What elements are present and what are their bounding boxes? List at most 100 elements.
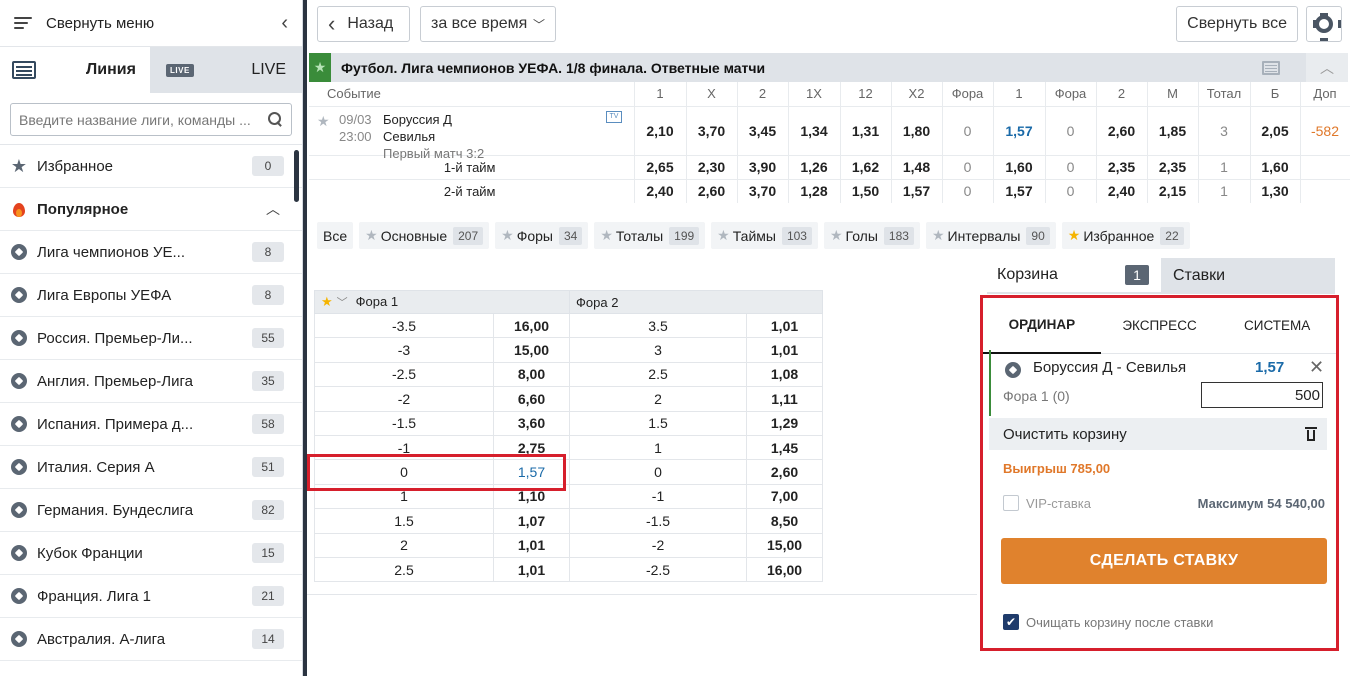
- tab-line[interactable]: Линия: [0, 47, 150, 93]
- handicap1-header[interactable]: ★ ﹀ Фора 1: [313, 290, 571, 314]
- odd-cell[interactable]: 3,90: [737, 154, 789, 179]
- sidebar-item-league[interactable]: Лига чемпионов УЕ... 8: [0, 231, 302, 274]
- settings-button[interactable]: [1306, 6, 1342, 42]
- filter-chip[interactable]: ★ Таймы 103: [711, 222, 818, 249]
- sidebar-item-league[interactable]: Австралия. А-лига 14: [0, 618, 302, 661]
- filter-chip[interactable]: ★ Избранное 22: [1061, 222, 1190, 249]
- odd-cell[interactable]: 2,60: [1096, 105, 1148, 155]
- stake-input[interactable]: [1201, 382, 1323, 408]
- odd-cell[interactable]: 0: [1045, 105, 1097, 155]
- odd-cell[interactable]: 1,34: [788, 105, 841, 155]
- sidebar-item-league[interactable]: Лига Европы УЕФА 8: [0, 274, 302, 317]
- filter-chip[interactable]: ★ Голы 183: [823, 222, 920, 249]
- vip-checkbox[interactable]: [1003, 495, 1019, 511]
- odd-cell[interactable]: 3,60: [492, 410, 571, 436]
- odd-cell[interactable]: 1: [1198, 154, 1251, 179]
- tab-bet-type[interactable]: ОРДИНАР: [983, 298, 1101, 354]
- odd-cell[interactable]: 2,05: [1250, 105, 1301, 155]
- odd-cell[interactable]: 2,60: [686, 178, 738, 203]
- odd-cell[interactable]: 8,00: [492, 361, 571, 388]
- clear-basket-button[interactable]: Очистить корзину: [989, 418, 1327, 450]
- sidebar-scrollbar[interactable]: [294, 150, 299, 202]
- sidebar-item-popular[interactable]: Популярное ︿: [0, 188, 302, 231]
- sidebar-item-favorites[interactable]: ★ Избранное 0: [0, 145, 302, 188]
- odd-cell[interactable]: 1,07: [492, 508, 571, 534]
- odd-cell[interactable]: 6,60: [492, 386, 571, 412]
- odd-cell[interactable]: 1,28: [788, 178, 841, 203]
- odd-cell[interactable]: 1,01: [746, 337, 824, 363]
- odd-cell[interactable]: 16,00: [492, 312, 571, 339]
- filter-chip[interactable]: ★ Форы 34: [495, 222, 589, 249]
- odd-cell[interactable]: 2,30: [686, 154, 738, 179]
- sidebar-item-league[interactable]: Германия. Бундеслига 82: [0, 489, 302, 532]
- tab-live[interactable]: LIVE LIVE: [150, 47, 302, 93]
- sidebar-item-league[interactable]: Италия. Серия А 51: [0, 446, 302, 489]
- chevron-left-icon[interactable]: ‹: [281, 12, 288, 35]
- collapse-menu-bar[interactable]: Свернуть меню ‹: [0, 0, 302, 47]
- odd-cell[interactable]: 2,10: [634, 105, 687, 155]
- odd-cell[interactable]: 1,45: [746, 434, 824, 461]
- odd-cell[interactable]: 1,30: [1250, 178, 1301, 203]
- odd-cell[interactable]: 1,57: [993, 178, 1046, 203]
- odd-cell[interactable]: 2,60: [746, 459, 824, 485]
- odd-cell[interactable]: 8,50: [746, 508, 824, 534]
- tab-bet-type[interactable]: СИСТЕМА: [1218, 298, 1336, 354]
- odd-cell[interactable]: 0: [942, 178, 994, 203]
- filter-chip[interactable]: ★ Интервалы 90: [925, 222, 1056, 249]
- odd-cell[interactable]: 1,01: [746, 312, 824, 339]
- odd-cell[interactable]: 15,00: [746, 532, 824, 558]
- odd-cell[interactable]: 1,57: [993, 105, 1046, 155]
- star-icon[interactable]: ★: [317, 113, 330, 130]
- star-icon[interactable]: ★: [321, 294, 333, 309]
- odd-cell[interactable]: 1,50: [840, 178, 892, 203]
- odd-cell[interactable]: 1,80: [891, 105, 943, 155]
- odd-cell[interactable]: 15,00: [492, 337, 571, 363]
- odd-cell[interactable]: 1,11: [746, 386, 824, 412]
- sidebar-item-league[interactable]: Россия. Премьер-Ли... 55: [0, 317, 302, 360]
- filter-chip[interactable]: Все: [317, 222, 354, 249]
- odd-cell[interactable]: 1,29: [746, 410, 824, 436]
- odd-cell[interactable]: 2,40: [1096, 178, 1148, 203]
- event-cell[interactable]: ★ 09/03 23:00 Боруссия Д Севилья Первый матч …: [309, 105, 635, 161]
- period-select[interactable]: за все время ﹀: [420, 6, 556, 42]
- odd-cell[interactable]: 2,35: [1147, 154, 1199, 179]
- odd-cell[interactable]: 0: [942, 105, 994, 155]
- odd-cell[interactable]: 2,15: [1147, 178, 1199, 203]
- sidebar-item-league[interactable]: Франция. Лига 1 21: [0, 575, 302, 618]
- table-view-icon[interactable]: [1262, 60, 1280, 75]
- odd-cell[interactable]: 1,01: [492, 532, 571, 558]
- odd-cell[interactable]: 7,00: [746, 483, 824, 510]
- odd-cell[interactable]: 1,60: [993, 154, 1046, 179]
- clear-after-checkbox[interactable]: ✔: [1003, 614, 1019, 630]
- odd-cell[interactable]: 2,40: [634, 178, 687, 203]
- odd-cell[interactable]: 16,00: [746, 556, 824, 583]
- tab-bets[interactable]: Ставки: [1161, 258, 1335, 294]
- back-button[interactable]: ‹ Назад: [317, 6, 410, 42]
- odd-cell[interactable]: 1,01: [492, 556, 571, 583]
- odd-cell[interactable]: 3,70: [737, 178, 789, 203]
- chevron-up-icon[interactable]: ︿: [1306, 53, 1348, 82]
- odd-cell[interactable]: 3: [1198, 105, 1251, 155]
- odd-cell[interactable]: 1,57: [891, 178, 943, 203]
- make-bet-button[interactable]: СДЕЛАТЬ СТАВКУ: [1001, 538, 1327, 584]
- tab-basket[interactable]: Корзина 1: [987, 258, 1161, 294]
- odd-cell[interactable]: 1,48: [891, 154, 943, 179]
- collapse-all-button[interactable]: Свернуть все: [1176, 6, 1298, 42]
- odd-cell[interactable]: 0: [942, 154, 994, 179]
- odd-cell[interactable]: 1,26: [788, 154, 841, 179]
- odd-cell[interactable]: 0: [1045, 154, 1097, 179]
- filter-chip[interactable]: ★ Тоталы 199: [594, 222, 706, 249]
- odd-cell[interactable]: 1: [1198, 178, 1251, 203]
- odd-cell[interactable]: 2,65: [634, 154, 687, 179]
- odd-cell[interactable]: 3,70: [686, 105, 738, 155]
- chevron-down-icon[interactable]: ﹀: [337, 297, 348, 309]
- sidebar-item-league[interactable]: Англия. Премьер-Лига 35: [0, 360, 302, 403]
- odd-cell[interactable]: 1,62: [840, 154, 892, 179]
- close-icon[interactable]: ✕: [1309, 357, 1324, 378]
- favorite-star-icon[interactable]: ★: [309, 53, 331, 82]
- filter-chip[interactable]: ★ Основные 207: [359, 222, 490, 249]
- tv-icon[interactable]: TV: [606, 110, 622, 123]
- search-input[interactable]: [19, 111, 264, 128]
- odd-cell[interactable]: 3,45: [737, 105, 789, 155]
- sidebar-item-league[interactable]: Кубок Франции 15: [0, 532, 302, 575]
